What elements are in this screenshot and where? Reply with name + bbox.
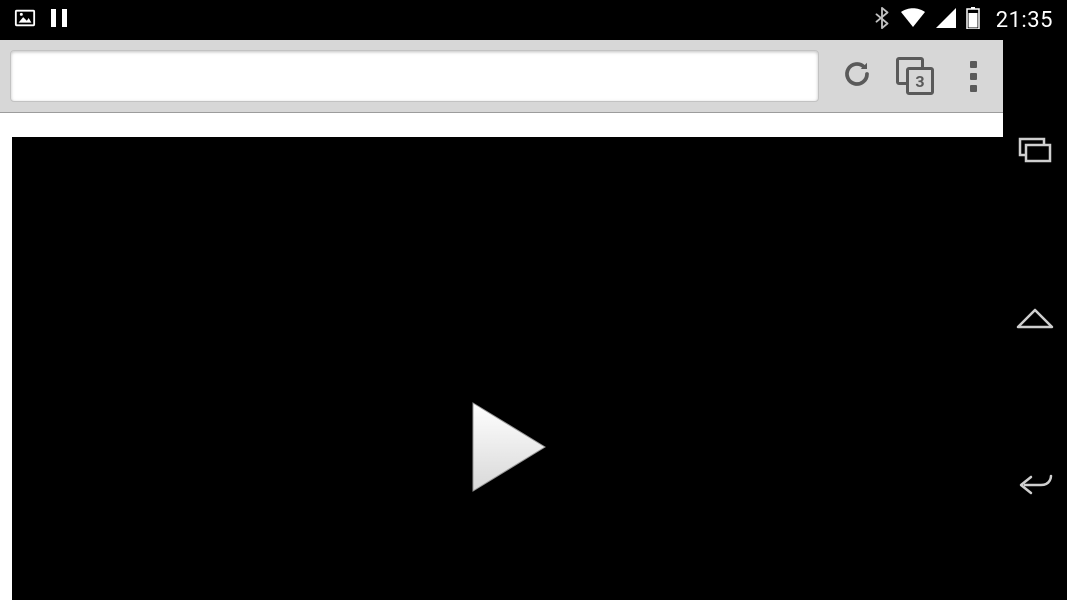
back-icon xyxy=(1017,472,1053,502)
video-player-surface[interactable] xyxy=(12,137,1003,600)
tabs-button[interactable]: 3 xyxy=(895,56,935,96)
status-right-group: 21:35 xyxy=(874,7,1053,33)
menu-button[interactable] xyxy=(953,56,993,96)
android-status-bar: 21:35 xyxy=(0,0,1067,40)
image-notification-icon xyxy=(14,7,36,33)
refresh-icon xyxy=(842,59,872,93)
play-icon xyxy=(463,399,553,495)
home-icon xyxy=(1016,307,1054,333)
clock-text: 21:35 xyxy=(996,8,1053,33)
url-input[interactable] xyxy=(10,50,819,102)
android-nav-bar xyxy=(1003,40,1067,600)
battery-icon xyxy=(966,7,980,33)
home-button[interactable] xyxy=(1013,298,1057,342)
tab-count-text: 3 xyxy=(915,72,924,91)
recent-apps-button[interactable] xyxy=(1013,131,1057,175)
web-content-area[interactable] xyxy=(0,113,1003,600)
recent-apps-icon xyxy=(1018,137,1052,169)
wifi-icon xyxy=(900,8,926,32)
video-play-button[interactable] xyxy=(463,399,553,499)
tabs-icon: 3 xyxy=(896,57,934,95)
cellular-signal-icon xyxy=(936,8,956,32)
bluetooth-icon xyxy=(874,7,890,33)
kebab-menu-icon xyxy=(962,61,984,92)
back-button[interactable] xyxy=(1013,465,1057,509)
status-left-group xyxy=(14,7,68,33)
browser-toolbar: 3 xyxy=(0,40,1003,113)
pause-notification-icon xyxy=(50,8,68,32)
reload-button[interactable] xyxy=(837,56,877,96)
